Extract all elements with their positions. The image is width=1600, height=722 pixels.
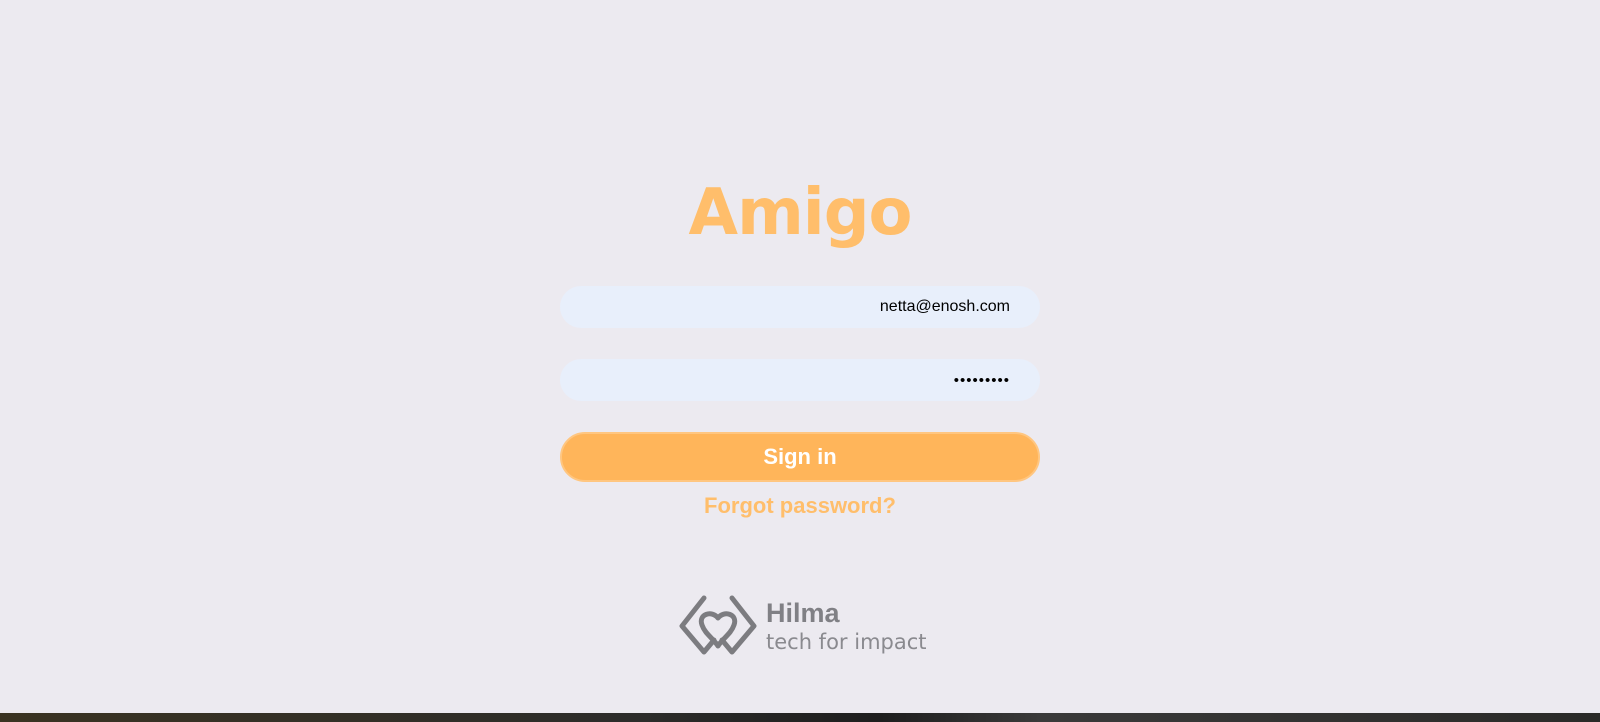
hilma-brand-tagline: tech for impact	[766, 630, 927, 654]
password-field[interactable]	[560, 359, 1040, 401]
hilma-heart-diamond-icon	[679, 595, 757, 655]
sign-in-button[interactable]: Sign in	[560, 432, 1040, 482]
hilma-brand-name: Hilma	[766, 598, 840, 628]
forgot-password-link[interactable]: Forgot password?	[0, 493, 1600, 519]
app-title: Amigo	[688, 176, 913, 250]
taskbar-strip	[0, 713, 1600, 722]
email-field[interactable]	[560, 286, 1040, 328]
